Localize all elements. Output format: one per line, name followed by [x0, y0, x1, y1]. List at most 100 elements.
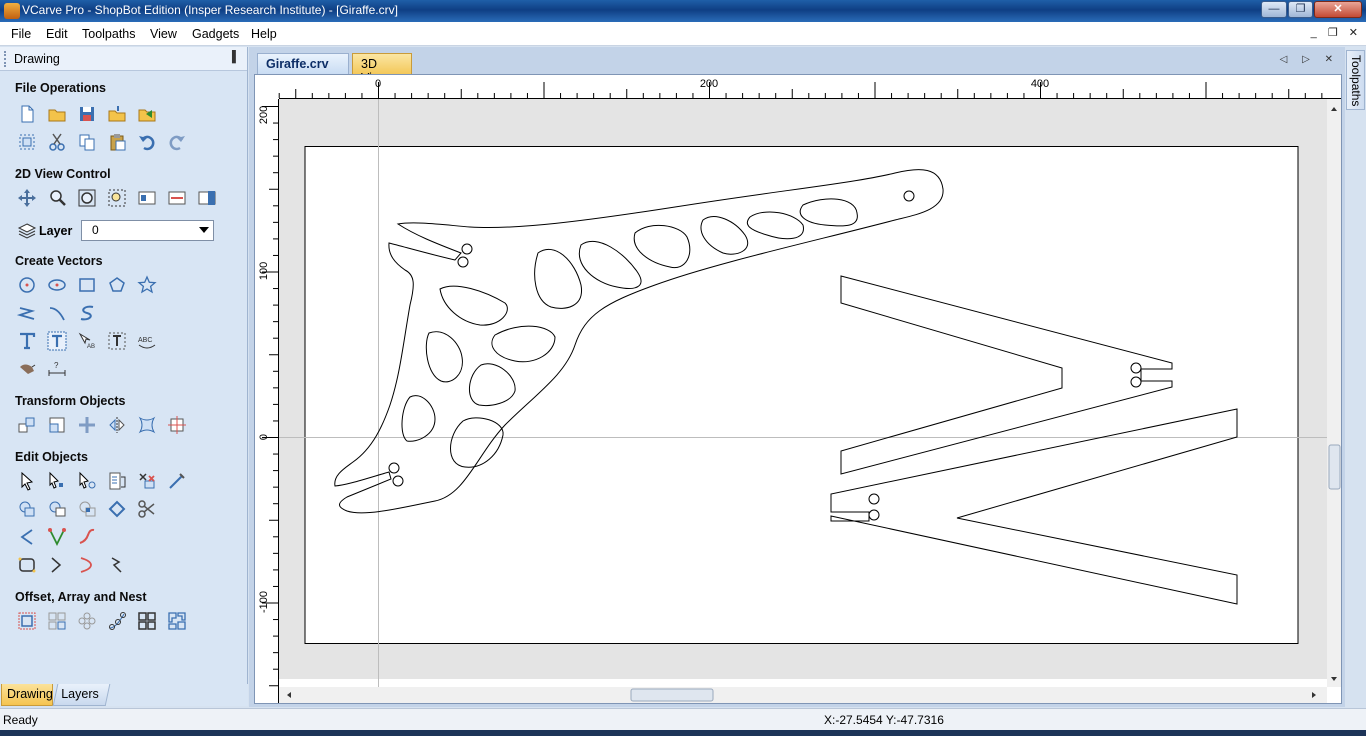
- view-center-icon[interactable]: [166, 187, 188, 209]
- menu-edit[interactable]: Edit: [46, 27, 68, 41]
- zoom-box-icon[interactable]: [46, 187, 68, 209]
- distort-icon[interactable]: [136, 414, 158, 436]
- intersect-icon[interactable]: [76, 498, 98, 520]
- grip-handle[interactable]: [4, 51, 7, 67]
- spellcheck-icon[interactable]: ABC: [136, 330, 158, 352]
- scissors-icon[interactable]: [136, 498, 158, 520]
- tab-3d-view[interactable]: 3D View: [352, 53, 412, 85]
- menu-gadgets[interactable]: Gadgets: [192, 27, 239, 41]
- view-left-icon[interactable]: [136, 187, 158, 209]
- undo-icon[interactable]: [136, 131, 158, 153]
- import-component-icon[interactable]: [136, 103, 158, 125]
- extend-icon[interactable]: [76, 526, 98, 548]
- mdi-minimize-button[interactable]: _: [1311, 27, 1317, 39]
- redo-icon[interactable]: [166, 131, 188, 153]
- delete-icon[interactable]: [136, 470, 158, 492]
- drawing-view[interactable]: 0 200 400 200 100 0 -100: [254, 74, 1342, 704]
- minimize-button[interactable]: —: [1261, 1, 1287, 18]
- toolpaths-dock-tab[interactable]: Toolpaths: [1346, 50, 1365, 110]
- layer-dropdown[interactable]: 0: [81, 220, 214, 241]
- tab-drawing[interactable]: Drawing: [1, 684, 53, 706]
- view-right-icon[interactable]: [196, 187, 218, 209]
- scale-icon[interactable]: [46, 414, 68, 436]
- close-vectors-icon[interactable]: [46, 526, 68, 548]
- panel-header: Drawing ▐: [0, 47, 247, 71]
- align-icon[interactable]: [166, 414, 188, 436]
- status-bar: Ready X:-27.5454 Y:-47.7316: [0, 708, 1366, 730]
- vertical-scrollbar[interactable]: [1327, 99, 1341, 687]
- open-file-icon[interactable]: [46, 103, 68, 125]
- text-frame-icon[interactable]: [106, 330, 128, 352]
- paste-icon[interactable]: [106, 131, 128, 153]
- weld-icon[interactable]: [16, 498, 38, 520]
- trim-icon[interactable]: [46, 554, 68, 576]
- star-icon[interactable]: [136, 274, 158, 296]
- ellipse-icon[interactable]: [46, 274, 68, 296]
- polygon-icon[interactable]: [106, 274, 128, 296]
- interactive-transform-icon[interactable]: [76, 470, 98, 492]
- menu-help[interactable]: Help: [251, 27, 277, 41]
- polyline-icon[interactable]: [16, 302, 38, 324]
- circular-array-icon[interactable]: [76, 610, 98, 632]
- tab-navigation[interactable]: ◁ ▷ ✕: [1280, 54, 1339, 65]
- pin-icon[interactable]: ▐: [228, 51, 236, 63]
- array-copy-icon[interactable]: [46, 610, 68, 632]
- nest-irregular-icon[interactable]: [166, 610, 188, 632]
- mdi-controls: _ ❐ ✕: [1303, 26, 1358, 39]
- circle-icon[interactable]: [16, 274, 38, 296]
- material-sheet: [304, 146, 1299, 644]
- vertical-scroll-thumb[interactable]: [1328, 444, 1341, 490]
- chevron-down-icon: [199, 227, 209, 233]
- offset-curve-icon[interactable]: [76, 554, 98, 576]
- layer-dropdown-value: 0: [92, 223, 99, 237]
- measure-icon[interactable]: [106, 470, 128, 492]
- create-tab-icon[interactable]: [106, 554, 128, 576]
- mdi-close-button[interactable]: ✕: [1349, 27, 1358, 39]
- app-icon[interactable]: [4, 3, 20, 19]
- horizontal-scroll-thumb[interactable]: [630, 688, 714, 702]
- horizontal-scrollbar[interactable]: [279, 687, 1327, 703]
- tab-layers[interactable]: Layers: [52, 684, 111, 706]
- drawing-canvas[interactable]: 0 200 400 200 100 0 -100: [255, 75, 1341, 703]
- text-on-curve-icon[interactable]: AB: [76, 330, 98, 352]
- maximize-button[interactable]: ❐: [1288, 1, 1313, 18]
- mirror-icon[interactable]: [106, 414, 128, 436]
- document-area: Giraffe.crv 3D View ◁ ▷ ✕ 0 200 400 200 …: [249, 47, 1345, 707]
- copy-along-vector-icon[interactable]: [106, 610, 128, 632]
- autolayout-text-icon[interactable]: [46, 330, 68, 352]
- import-vectors-icon[interactable]: [106, 103, 128, 125]
- fillet-icon[interactable]: [16, 526, 38, 548]
- pan-icon[interactable]: [16, 187, 38, 209]
- copy-icon[interactable]: [76, 131, 98, 153]
- curve-icon[interactable]: [76, 302, 98, 324]
- save-file-icon[interactable]: [76, 103, 98, 125]
- dimension-icon[interactable]: ?: [46, 358, 68, 380]
- rectangle-icon[interactable]: [76, 274, 98, 296]
- bitmap-trace-icon[interactable]: [16, 358, 38, 380]
- subtract-icon[interactable]: [46, 498, 68, 520]
- smooth-icon[interactable]: [166, 470, 188, 492]
- move-icon[interactable]: [16, 414, 38, 436]
- mdi-restore-button[interactable]: ❐: [1328, 27, 1338, 39]
- cut-icon[interactable]: [46, 131, 68, 153]
- job-setup-icon[interactable]: [16, 131, 38, 153]
- close-button[interactable]: ✕: [1314, 1, 1362, 18]
- svg-text:AB: AB: [87, 344, 95, 350]
- rotate-icon[interactable]: [76, 414, 98, 436]
- menu-file[interactable]: File: [11, 27, 31, 41]
- menu-view[interactable]: View: [150, 27, 177, 41]
- menu-toolpaths[interactable]: Toolpaths: [82, 27, 136, 41]
- arc-icon[interactable]: [46, 302, 68, 324]
- zoom-extents-icon[interactable]: [76, 187, 98, 209]
- curve-fit-icon[interactable]: [16, 554, 38, 576]
- tab-giraffe-crv[interactable]: Giraffe.crv: [257, 53, 349, 74]
- join-icon[interactable]: [106, 498, 128, 520]
- offset-icon[interactable]: [16, 610, 38, 632]
- new-file-icon[interactable]: [16, 103, 38, 125]
- node-edit-icon[interactable]: [46, 470, 68, 492]
- text-icon[interactable]: [16, 330, 38, 352]
- select-icon[interactable]: [16, 470, 38, 492]
- zoom-selected-icon[interactable]: [106, 187, 128, 209]
- nest-parts-icon[interactable]: [136, 610, 158, 632]
- tab-layers-label: Layers: [61, 687, 99, 701]
